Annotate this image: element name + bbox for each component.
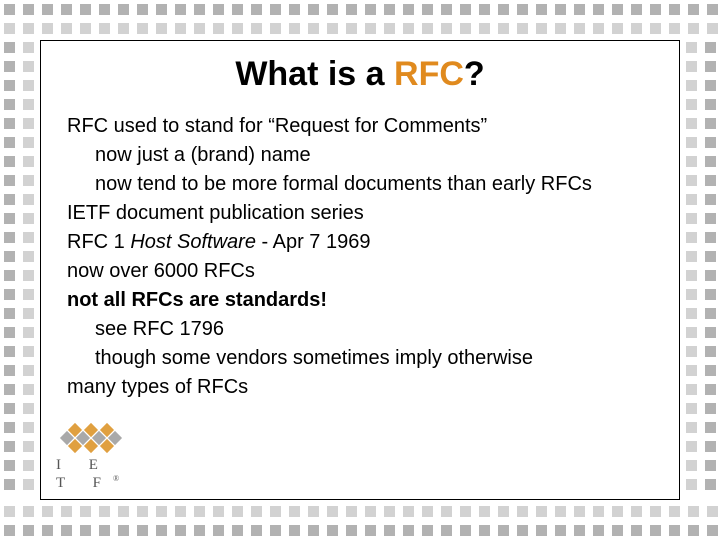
title-post: ? bbox=[464, 55, 485, 93]
text: - Apr 7 1969 bbox=[256, 231, 371, 253]
text-italic: Host Software bbox=[130, 231, 256, 253]
logo-diamonds-icon bbox=[54, 425, 142, 451]
body-subline: now tend to be more formal documents tha… bbox=[95, 170, 653, 198]
title-accent: RFC bbox=[394, 55, 464, 93]
body-subline: now just a (brand) name bbox=[95, 141, 653, 169]
body-subline: though some vendors sometimes imply othe… bbox=[95, 344, 653, 372]
body-line: RFC used to stand for “Request for Comme… bbox=[67, 112, 653, 140]
logo-text: I E T F® bbox=[56, 457, 142, 492]
body-line: many types of RFCs bbox=[67, 373, 653, 401]
slide-body: RFC used to stand for “Request for Comme… bbox=[41, 112, 679, 401]
body-line: RFC 1 Host Software - Apr 7 1969 bbox=[67, 228, 653, 256]
body-subline: see RFC 1796 bbox=[95, 315, 653, 343]
body-line: IETF document publication series bbox=[67, 199, 653, 227]
text: RFC 1 bbox=[67, 231, 130, 253]
body-line-bold: not all RFCs are standards! bbox=[67, 286, 653, 314]
body-line: now over 6000 RFCs bbox=[67, 257, 653, 285]
slide-title: What is a RFC? bbox=[41, 55, 679, 94]
title-pre: What is a bbox=[235, 55, 394, 93]
logo-letters: I E T F bbox=[56, 457, 113, 491]
ietf-logo: I E T F® bbox=[52, 425, 142, 492]
